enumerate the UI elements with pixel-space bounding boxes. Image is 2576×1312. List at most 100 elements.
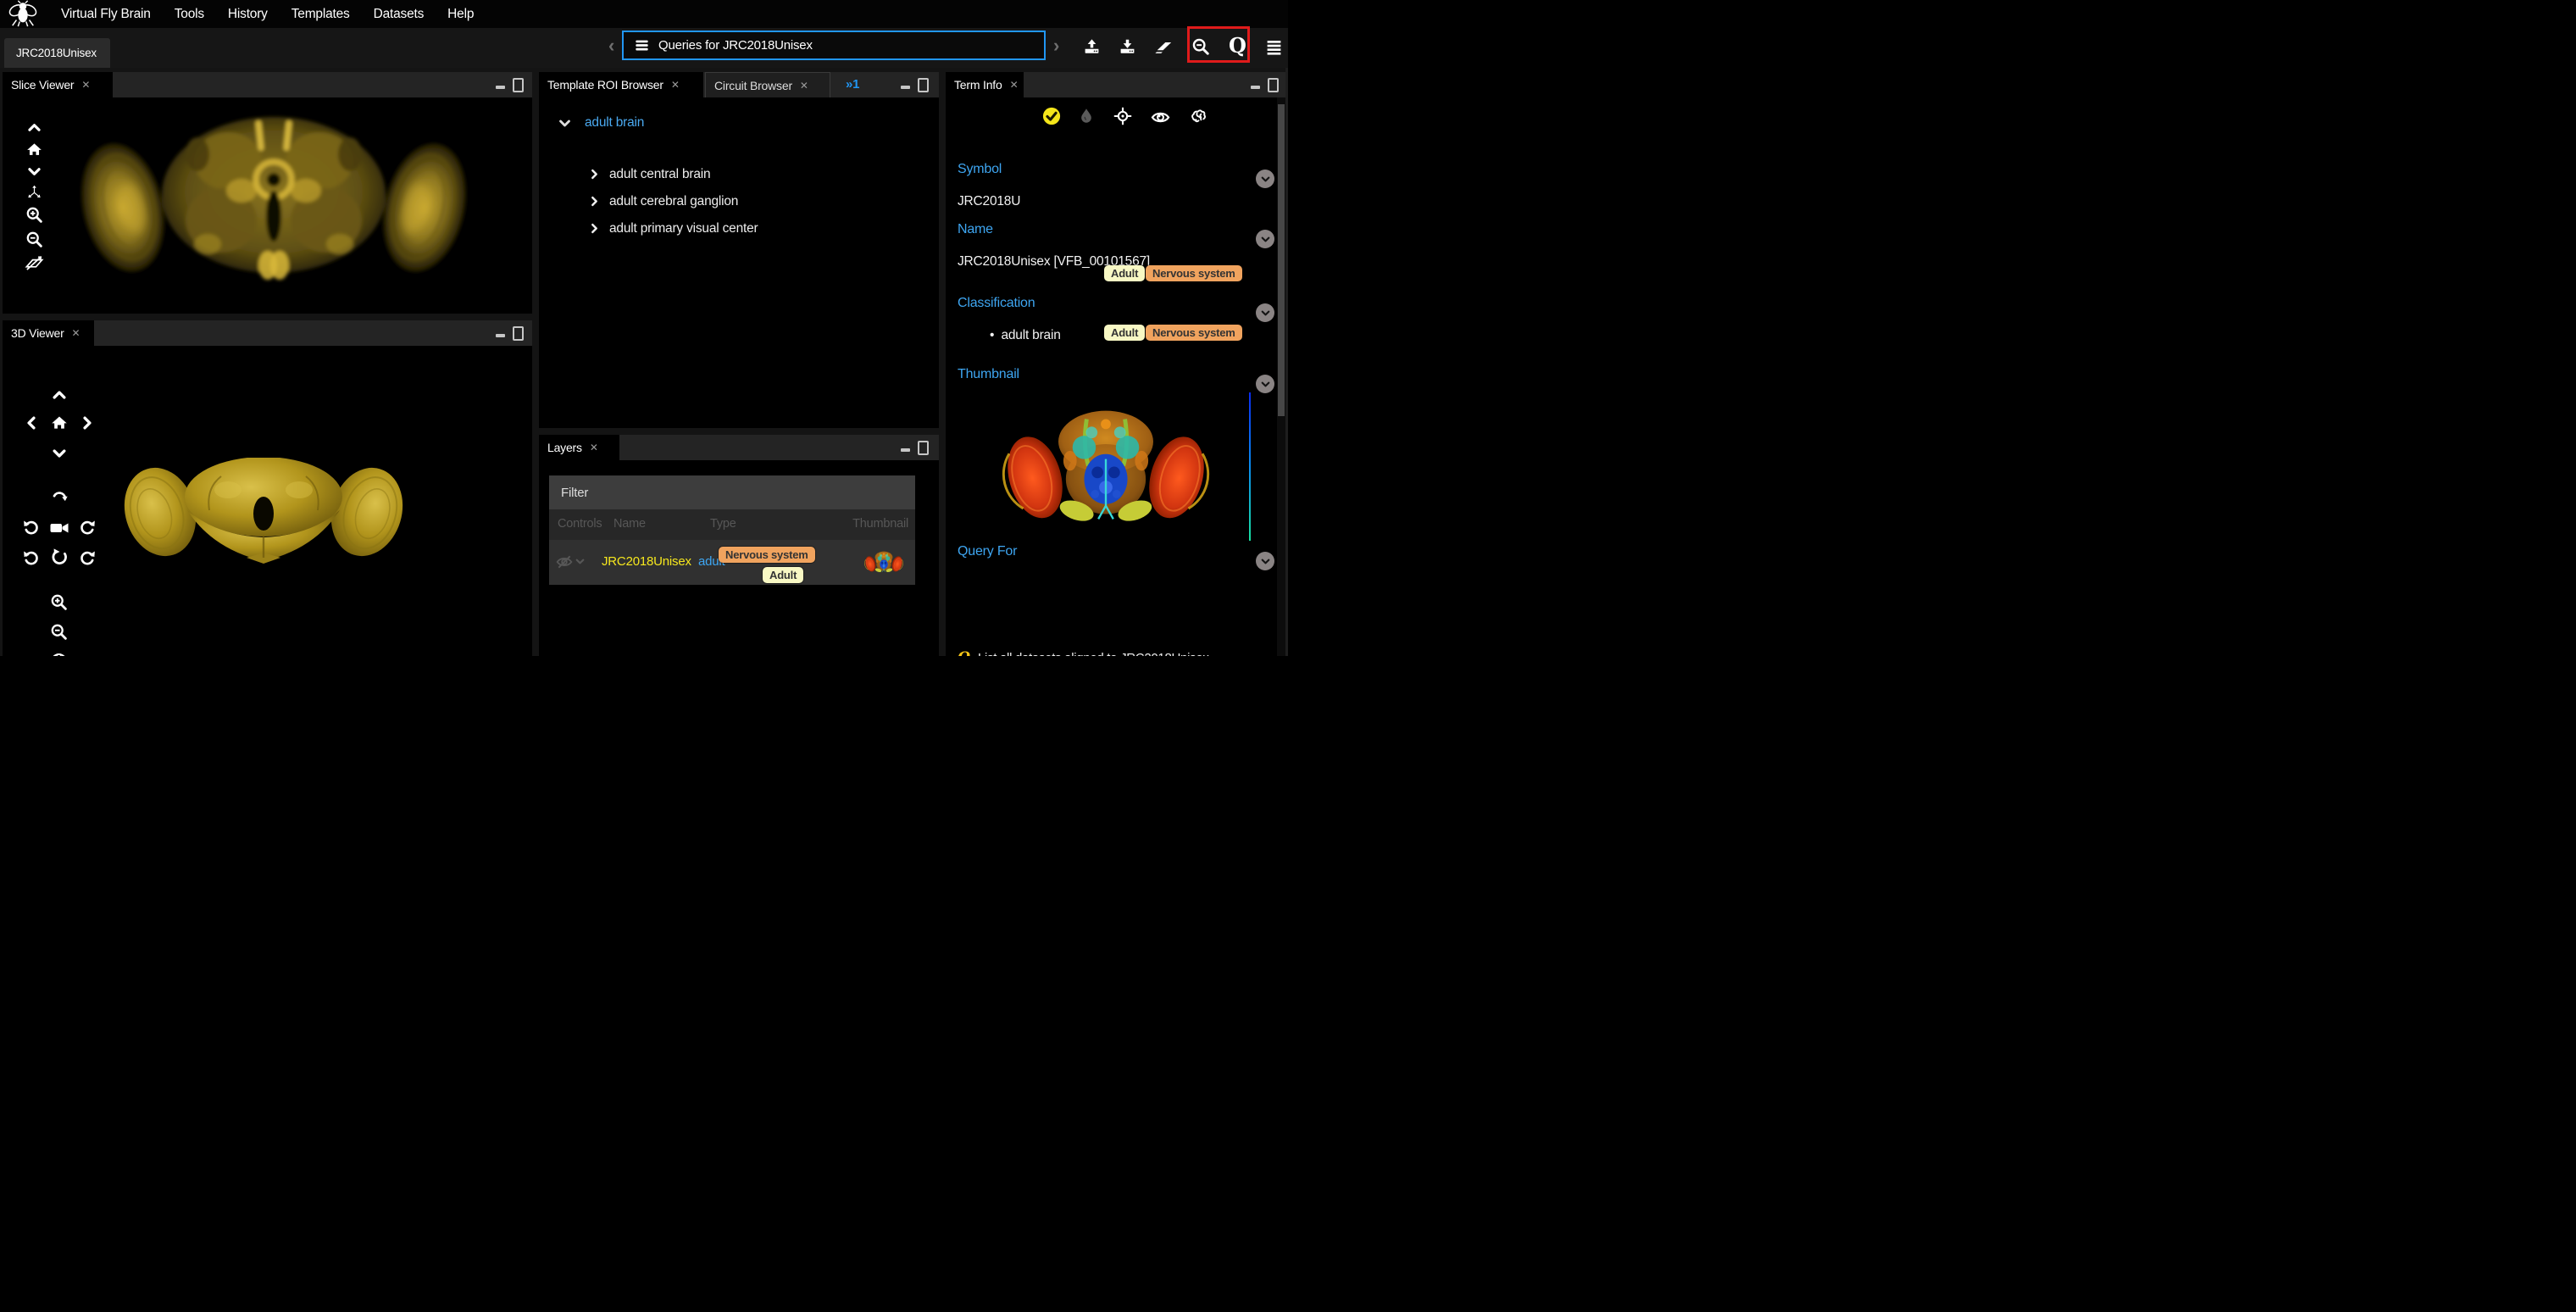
layers-header: Layers✕ xyxy=(539,435,939,460)
rotate-left-icon[interactable] xyxy=(22,518,40,536)
tree-node-adult-central-brain[interactable]: adult central brain xyxy=(609,167,710,182)
layer-name[interactable]: JRC2018Unisex xyxy=(602,554,691,569)
menu-help[interactable]: Help xyxy=(447,7,474,22)
minimize-icon[interactable] xyxy=(1251,86,1260,89)
pan-right-icon[interactable] xyxy=(79,414,96,431)
tree-expanded-icon[interactable] xyxy=(558,116,572,131)
depth-scale-line xyxy=(1249,392,1251,541)
history-forward-icon[interactable]: › xyxy=(1053,36,1059,55)
3d-viewer-canvas[interactable] xyxy=(3,346,532,656)
maximize-icon[interactable] xyxy=(513,78,524,92)
classification-item[interactable]: • adult brain xyxy=(990,328,1061,343)
query-search-icon[interactable]: Q xyxy=(1229,33,1246,58)
tree-collapsed-icon[interactable] xyxy=(588,168,601,181)
clear-eraser-icon[interactable] xyxy=(1154,38,1173,57)
name-collapse-icon[interactable] xyxy=(1256,230,1274,248)
3d-viewer-window-buttons xyxy=(496,326,524,341)
symbol-collapse-icon[interactable] xyxy=(1256,170,1274,188)
reset-rotation-icon[interactable] xyxy=(50,548,69,566)
menu-virtual-fly-brain[interactable]: Virtual Fly Brain xyxy=(61,7,151,22)
vfb-application-window: Virtual Fly Brain Tools History Template… xyxy=(0,0,1288,656)
tab-overflow-badge[interactable]: »1 xyxy=(846,77,859,92)
camera-home-icon[interactable] xyxy=(51,414,68,431)
search-menu-icon[interactable] xyxy=(634,37,650,53)
query-for-collapse-icon[interactable] xyxy=(1256,552,1274,570)
menu-templates[interactable]: Templates xyxy=(291,7,350,22)
slice-zoom-out-icon[interactable] xyxy=(25,231,43,248)
download-icon[interactable] xyxy=(1119,38,1136,56)
tab-template-roi-browser[interactable]: Template ROI Browser✕ xyxy=(539,72,703,97)
scrollbar-thumb[interactable] xyxy=(1278,104,1285,416)
visibility-eye-icon[interactable] xyxy=(1151,108,1170,127)
menu-tools[interactable]: Tools xyxy=(175,7,204,22)
thumbnail-collapse-icon[interactable] xyxy=(1256,375,1274,393)
query-item[interactable]: QList all datasets aligned to JRC2018Uni… xyxy=(958,647,1249,656)
maximize-icon[interactable] xyxy=(918,78,929,92)
tree-node-adult-primary-visual-center[interactable]: adult primary visual center xyxy=(609,221,758,236)
term-context-list-icon[interactable] xyxy=(1265,38,1283,56)
roll-right-icon[interactable] xyxy=(79,548,97,566)
stain-droplet-icon[interactable] xyxy=(1078,108,1095,125)
slice-axes-icon[interactable] xyxy=(26,184,42,200)
close-icon[interactable]: ✕ xyxy=(671,79,680,91)
rotate-right-icon[interactable] xyxy=(79,518,97,536)
wireframe-globe-icon[interactable] xyxy=(49,652,69,656)
maximize-icon[interactable] xyxy=(513,326,524,341)
upload-icon[interactable] xyxy=(1083,38,1101,56)
term-info-scrollbar[interactable] xyxy=(1277,97,1285,656)
menu-datasets[interactable]: Datasets xyxy=(374,7,425,22)
minimize-icon[interactable] xyxy=(901,448,910,452)
controls-chevron-down-icon[interactable] xyxy=(575,556,586,567)
selected-check-icon[interactable] xyxy=(1042,107,1061,125)
center-target-icon[interactable] xyxy=(1113,107,1132,125)
zoom-out-icon[interactable] xyxy=(50,623,68,641)
layer-row-jrc2018unisex[interactable]: JRC2018Unisex adult brain Nervous system… xyxy=(549,540,915,585)
minimize-icon[interactable] xyxy=(496,86,505,89)
history-back-icon[interactable]: ‹ xyxy=(608,36,614,55)
tab-circuit-browser[interactable]: Circuit Browser✕ xyxy=(705,72,830,97)
classification-collapse-icon[interactable] xyxy=(1256,303,1274,322)
search-input[interactable]: Queries for JRC2018Unisex xyxy=(622,31,1046,60)
tree-node-adult-brain[interactable]: adult brain xyxy=(585,115,644,131)
document-tab[interactable]: JRC2018Unisex xyxy=(4,38,110,68)
3d-viewer-panel: 3D Viewer✕ xyxy=(3,320,532,656)
roll-left-icon[interactable] xyxy=(22,548,40,566)
brain-view-icon[interactable] xyxy=(1189,107,1208,126)
slice-viewer-canvas[interactable] xyxy=(3,97,532,314)
menu-history[interactable]: History xyxy=(228,7,268,22)
slice-up-icon[interactable] xyxy=(26,120,42,136)
tab-3d-viewer[interactable]: 3D Viewer✕ xyxy=(3,320,94,346)
pan-up-icon[interactable] xyxy=(51,386,68,403)
maximize-icon[interactable] xyxy=(1268,78,1279,92)
close-icon[interactable]: ✕ xyxy=(81,79,90,91)
zoom-in-icon[interactable] xyxy=(50,593,68,611)
visibility-eye-slash-icon[interactable] xyxy=(556,553,573,570)
record-camera-icon[interactable] xyxy=(49,518,69,538)
slice-plane-toggle-icon[interactable] xyxy=(25,253,44,273)
layer-thumbnail-image[interactable] xyxy=(864,547,903,577)
layers-filter-input[interactable]: Filter xyxy=(549,475,915,509)
search-icon[interactable] xyxy=(1191,37,1210,56)
term-thumbnail-image[interactable] xyxy=(1002,396,1210,537)
minimize-icon[interactable] xyxy=(496,334,505,337)
tree-collapsed-icon[interactable] xyxy=(588,222,601,235)
close-icon[interactable]: ✕ xyxy=(72,327,80,339)
tab-layers[interactable]: Layers✕ xyxy=(539,435,619,460)
tab-term-info[interactable]: Term Info✕ xyxy=(946,72,1024,97)
layers-column-headers: Controls Name Type Thumbnail xyxy=(549,509,915,540)
spin-animation-icon[interactable] xyxy=(50,488,69,507)
vfb-fly-logo[interactable] xyxy=(7,0,39,28)
pan-down-icon[interactable] xyxy=(51,445,68,462)
close-icon[interactable]: ✕ xyxy=(590,442,598,453)
slice-home-icon[interactable] xyxy=(26,142,42,158)
close-icon[interactable]: ✕ xyxy=(1010,79,1019,91)
tree-collapsed-icon[interactable] xyxy=(588,195,601,208)
close-icon[interactable]: ✕ xyxy=(800,80,808,92)
minimize-icon[interactable] xyxy=(901,86,910,89)
tree-node-adult-cerebral-ganglion[interactable]: adult cerebral ganglion xyxy=(609,194,738,209)
slice-down-icon[interactable] xyxy=(26,164,42,180)
tab-slice-viewer[interactable]: Slice Viewer✕ xyxy=(3,72,113,97)
pan-left-icon[interactable] xyxy=(23,414,40,431)
slice-zoom-in-icon[interactable] xyxy=(25,206,43,224)
maximize-icon[interactable] xyxy=(918,441,929,455)
